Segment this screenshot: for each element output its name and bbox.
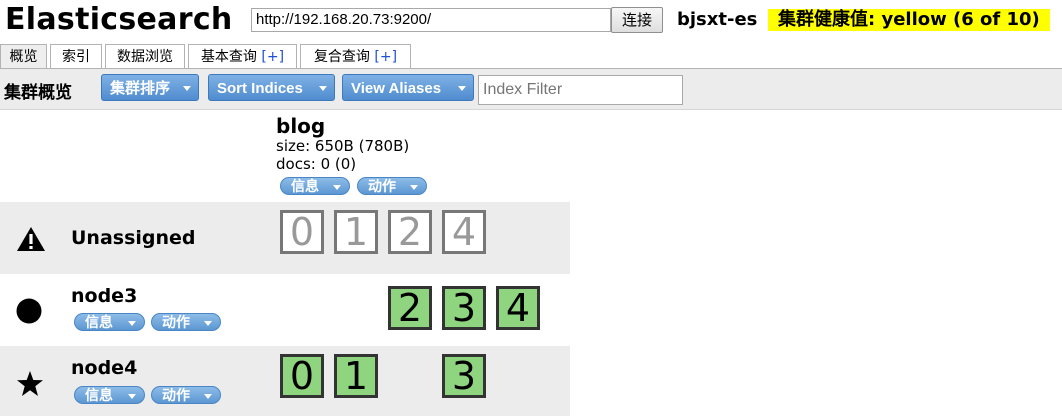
dropdown-label: Sort Indices <box>217 80 303 97</box>
tab-label: 数据浏览 <box>117 49 173 65</box>
toolbar-title: 集群概览 <box>4 83 72 103</box>
sort-cluster-dropdown[interactable]: 集群排序 <box>101 74 199 101</box>
pill-label: 动作 <box>162 315 190 331</box>
pill-label: 信息 <box>291 179 319 195</box>
caret-down-icon <box>128 394 136 399</box>
index-name: blog <box>276 114 326 138</box>
node-name: node3 <box>71 285 138 307</box>
caret-down-icon <box>204 394 212 399</box>
unassigned-shard[interactable]: 1 <box>334 210 378 254</box>
cluster-name: bjsxt-es <box>677 9 758 30</box>
shard-primary[interactable]: 4 <box>496 286 540 330</box>
index-info-button[interactable]: 信息 <box>280 177 350 195</box>
node3-info-button[interactable]: 信息 <box>74 313 145 331</box>
tab-bar: 概览 索引 数据浏览 基本查询 [+] 复合查询 [+] <box>0 44 1062 69</box>
dropdown-label: 集群排序 <box>110 80 171 97</box>
unassigned-shard[interactable]: 4 <box>442 210 486 254</box>
cluster-url-input[interactable] <box>251 8 611 32</box>
index-docs: docs: 0 (0) <box>276 155 357 173</box>
caret-down-icon <box>333 185 341 190</box>
caret-down-icon <box>458 86 466 91</box>
shard-primary[interactable]: 0 <box>280 354 324 398</box>
shard-primary[interactable]: 1 <box>334 354 378 398</box>
dropdown-label: View Aliases <box>351 80 442 97</box>
unassigned-label: Unassigned <box>71 227 196 249</box>
caret-down-icon <box>128 321 136 326</box>
node4-action-button[interactable]: 动作 <box>151 386 221 404</box>
star-icon <box>16 370 44 401</box>
caret-down-icon <box>183 86 191 91</box>
caret-down-icon <box>319 86 327 91</box>
tab-browser[interactable]: 数据浏览 <box>105 44 185 68</box>
shard-primary[interactable]: 2 <box>388 286 432 330</box>
node3-action-button[interactable]: 动作 <box>151 313 221 331</box>
tab-label: 概览 <box>9 49 38 65</box>
warning-icon <box>16 226 46 256</box>
caret-down-icon <box>410 185 418 190</box>
tab-label: 索引 <box>62 49 90 65</box>
pill-label: 动作 <box>162 388 190 404</box>
node-name: node4 <box>71 357 138 379</box>
sort-indices-dropdown[interactable]: Sort Indices <box>208 74 335 101</box>
index-size: size: 650B (780B) <box>276 137 410 155</box>
tab-indices[interactable]: 索引 <box>50 44 102 68</box>
connect-button[interactable]: 连接 <box>611 7 663 33</box>
tab-basic-query[interactable]: 基本查询 [+] <box>188 44 297 68</box>
caret-down-icon <box>204 321 212 326</box>
add-tab-link[interactable]: [+] <box>374 49 397 65</box>
pill-label: 动作 <box>368 179 396 195</box>
cluster-health-badge: 集群健康值: yellow (6 of 10) <box>768 9 1050 31</box>
tab-compound-query[interactable]: 复合查询 [+] <box>300 44 411 68</box>
node4-info-button[interactable]: 信息 <box>74 386 145 404</box>
app-title: Elasticsearch <box>5 2 233 37</box>
unassigned-shard[interactable]: 0 <box>280 210 324 254</box>
circle-icon <box>16 298 42 328</box>
pill-label: 信息 <box>85 388 113 404</box>
shard-primary[interactable]: 3 <box>442 286 486 330</box>
tab-overview[interactable]: 概览 <box>0 44 47 68</box>
shard-primary[interactable]: 3 <box>442 354 486 398</box>
view-aliases-dropdown[interactable]: View Aliases <box>342 74 474 101</box>
pill-label: 信息 <box>85 315 113 331</box>
index-filter-input[interactable] <box>478 75 683 105</box>
index-action-button[interactable]: 动作 <box>357 177 427 195</box>
tab-label: 基本查询 <box>200 49 262 65</box>
tab-label: 复合查询 <box>313 49 375 65</box>
add-tab-link[interactable]: [+] <box>261 49 284 65</box>
unassigned-shard[interactable]: 2 <box>388 210 432 254</box>
